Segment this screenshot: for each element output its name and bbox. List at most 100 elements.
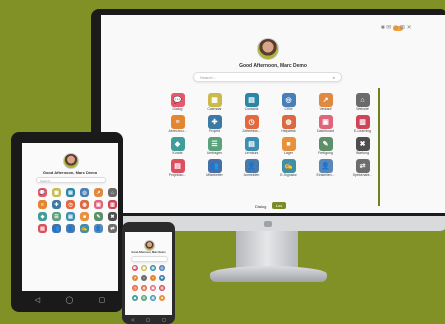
phone-app-dashboard[interactable]: ▣	[150, 285, 156, 291]
tablet-app-stopwatch[interactable]: ◷	[65, 200, 76, 209]
home-icon[interactable]: ◯	[65, 296, 73, 304]
app-maintenance[interactable]: ✖ Wartung	[344, 137, 381, 155]
project-icon: ✚	[52, 200, 61, 209]
tablet-app-maintenance[interactable]: ✖	[107, 212, 118, 221]
phone-app-website[interactable]: ⌂	[141, 275, 147, 281]
app-invoice[interactable]: ≡ Abrechnu...	[159, 115, 196, 133]
tablet-app-attendance[interactable]: 👤	[65, 224, 76, 233]
app-sales[interactable]: ↗ Verkauf	[307, 93, 344, 111]
app-stopwatch[interactable]: ◷ Zeiterfass...	[233, 115, 270, 133]
app-recruit[interactable]: 👤 Einstellen...	[307, 159, 344, 177]
project-icon: ✚	[159, 275, 165, 281]
expenses-icon: ⇄	[355, 159, 370, 173]
tablet-app-tag[interactable]: ◆	[37, 212, 48, 221]
phone-app-crm[interactable]: ◎	[159, 265, 165, 271]
go-button[interactable]: Los	[272, 202, 286, 209]
phone-app-elearning[interactable]: ▥	[159, 285, 165, 291]
phone-app-invoice[interactable]: ≡	[150, 275, 156, 281]
app-expenses[interactable]: ⇄ Spesenabr...	[344, 159, 381, 177]
tablet-app-planning[interactable]: ▤	[37, 224, 48, 233]
phone-app-course[interactable]: ▤	[150, 295, 156, 301]
tablet-app-website[interactable]: ⌂	[107, 188, 118, 197]
app-crm[interactable]: ◎ CRM	[270, 93, 307, 111]
phone-app-calendar[interactable]: ▦	[141, 265, 147, 271]
tablet-nav-bar: ◁ ◯ ▢	[22, 294, 118, 306]
app-elearning[interactable]: ▥ E-Learning	[344, 115, 381, 133]
employees-icon: 👥	[207, 159, 222, 173]
tablet-app-expenses[interactable]: ⇄	[107, 224, 118, 233]
tablet-app-employees[interactable]: 👥	[51, 224, 62, 233]
tablet-app-survey[interactable]: ☰	[51, 212, 62, 221]
contacts-icon: ▤	[150, 265, 156, 271]
app-survey[interactable]: ☰ Umfragen	[196, 137, 233, 155]
app-calendar[interactable]: ▦ Calendar	[196, 93, 233, 111]
tablet-app-contacts[interactable]: ▤	[65, 188, 76, 197]
phone-recents-icon[interactable]: ▢	[162, 317, 166, 322]
helpdesk-icon: ◍	[141, 285, 147, 291]
tablet-app-wrench[interactable]: ✎	[93, 212, 104, 221]
search-input[interactable]: Search... ⌕	[193, 72, 342, 82]
phone-app-tag[interactable]: ◆	[132, 295, 138, 301]
tablet-app-invoice[interactable]: ≡	[37, 200, 48, 209]
phone-avatar[interactable]	[144, 240, 155, 251]
phone-app-contacts[interactable]: ▤	[150, 265, 156, 271]
tablet-app-dashboard[interactable]: ▣	[93, 200, 104, 209]
app-chat[interactable]: 💬 Dialog	[159, 93, 196, 111]
phone-app-helpdesk[interactable]: ◍	[141, 285, 147, 291]
tablet-app-elearning[interactable]: ▥	[107, 200, 118, 209]
tablet-search-input[interactable]: Search...	[36, 177, 106, 183]
top-bar-icons[interactable]: ■ ✉ ◎ ⊞ ✕	[381, 24, 412, 31]
maintenance-icon: ✖	[355, 137, 370, 151]
back-icon[interactable]: ◁	[35, 296, 40, 304]
phone-app-inventory[interactable]: ■	[159, 295, 165, 301]
tablet-app-calendar[interactable]: ▦	[51, 188, 62, 197]
app-label: E-Learning	[353, 129, 372, 133]
search-icon[interactable]: ⌕	[333, 73, 335, 83]
phone-search-input[interactable]	[131, 256, 168, 262]
monitor-stand	[236, 231, 298, 271]
tablet-app-helpdesk[interactable]: ◍	[79, 200, 90, 209]
tablet-app-inventory[interactable]: ■	[79, 212, 90, 221]
theme-button[interactable]: Dialog	[255, 204, 266, 209]
phone-app-survey[interactable]: ☰	[141, 295, 147, 301]
phone-app-sales[interactable]: ↗	[132, 275, 138, 281]
project-icon: ✚	[207, 115, 222, 129]
course-icon: ▤	[150, 295, 156, 301]
tablet-app-chat[interactable]: 💬	[37, 188, 48, 197]
scrollbar[interactable]	[378, 88, 380, 206]
recents-icon[interactable]: ▢	[99, 296, 106, 304]
app-contacts[interactable]: ▤ Contacts	[233, 93, 270, 111]
app-course[interactable]: ▤ Lernkurs	[233, 137, 270, 155]
avatar[interactable]	[257, 38, 279, 60]
tablet-app-sign[interactable]: ✍	[79, 224, 90, 233]
app-planning[interactable]: ▤ Projektzu...	[159, 159, 196, 177]
app-website[interactable]: ⌂ Website	[344, 93, 381, 111]
app-project[interactable]: ✚ Projekt	[196, 115, 233, 133]
phone-home-icon[interactable]: ◯	[146, 317, 150, 322]
tablet-app-sales[interactable]: ↗	[93, 188, 104, 197]
app-tag[interactable]: ◆ Kunde	[159, 137, 196, 155]
app-wrench[interactable]: ✎ Fertigung	[307, 137, 344, 155]
app-label: Fertigung	[318, 151, 333, 155]
search-placeholder: Search...	[200, 75, 217, 80]
chat-icon: 💬	[132, 265, 138, 271]
phone-app-project[interactable]: ✚	[159, 275, 165, 281]
app-inventory[interactable]: ■ Lager	[270, 137, 307, 155]
planning-icon: ▤	[170, 159, 185, 173]
app-label: Lager	[284, 151, 293, 155]
app-employees[interactable]: 👥 Mitarbeiter	[196, 159, 233, 177]
app-label: Lernkurs	[244, 151, 259, 155]
app-dashboard[interactable]: ▣ Dashboard	[307, 115, 344, 133]
app-helpdesk[interactable]: ◍ Helpdesk	[270, 115, 307, 133]
app-sign[interactable]: ✍ E-Signatur	[270, 159, 307, 177]
app-attendance[interactable]: 👤 Anmelden	[233, 159, 270, 177]
tablet-app-crm[interactable]: ◎	[79, 188, 90, 197]
tablet-app-project[interactable]: ✚	[51, 200, 62, 209]
calendar-icon: ▦	[207, 93, 222, 107]
tablet-app-recruit[interactable]: 👤	[93, 224, 104, 233]
phone-back-icon[interactable]: ◁	[131, 317, 134, 322]
phone-app-chat[interactable]: 💬	[132, 265, 138, 271]
tablet-avatar[interactable]	[63, 153, 79, 169]
phone-app-stopwatch[interactable]: ◷	[132, 285, 138, 291]
tablet-app-course[interactable]: ▤	[65, 212, 76, 221]
